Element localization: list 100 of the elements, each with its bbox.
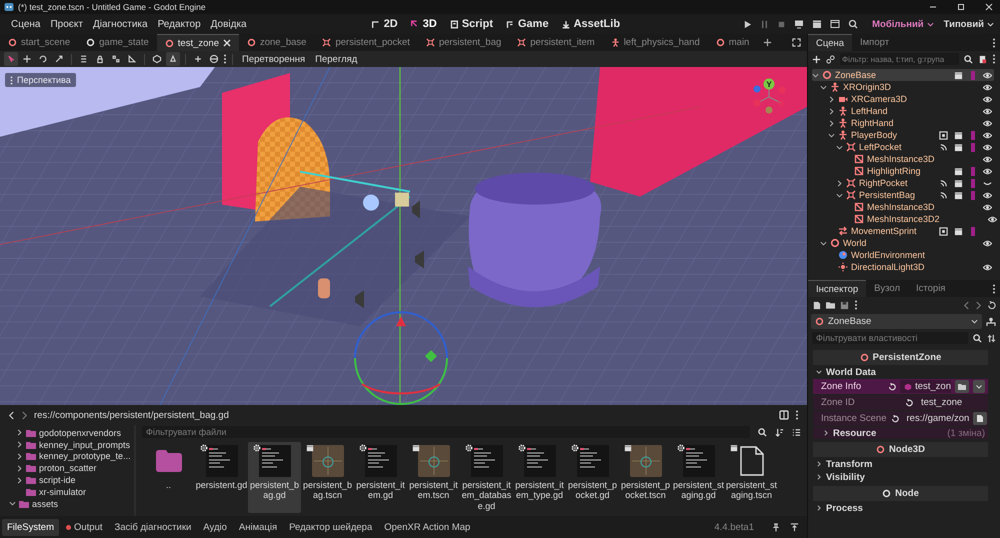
folder-tree-item[interactable]: assets <box>9 498 134 510</box>
renderer-dropdown[interactable]: Мобільний <box>872 18 934 30</box>
scene-tab[interactable]: start_scene <box>0 34 78 51</box>
folder-icon[interactable] <box>826 301 835 309</box>
snap-tool-button[interactable] <box>166 52 180 66</box>
folder-tree-item[interactable]: xr-simulator <box>16 486 134 498</box>
scene-tree-item[interactable]: RightHand <box>828 117 994 129</box>
eye-icon[interactable] <box>983 70 992 80</box>
menu-item[interactable]: Проєкт <box>45 18 88 30</box>
scene-tree-item[interactable]: XRCamera3D <box>828 93 994 105</box>
scene-tree-item[interactable]: ZoneBase <box>812 69 994 81</box>
more-icon[interactable] <box>795 410 799 420</box>
folder-tree-item[interactable]: kenney_prototype_te... <box>16 450 134 462</box>
scene-tab[interactable]: persistent_pocket <box>314 34 418 51</box>
more-icon[interactable] <box>992 284 996 294</box>
file-item[interactable]: persistent_staging.tscn <box>725 442 778 514</box>
fullscreen-icon[interactable] <box>792 38 801 47</box>
object-selector[interactable]: ZoneBase <box>811 314 982 329</box>
property-group[interactable]: Resource (1 зміна) <box>813 427 988 439</box>
caret-icon[interactable] <box>820 240 827 246</box>
signal-icon[interactable] <box>938 142 948 152</box>
eye-icon[interactable] <box>983 118 992 128</box>
list-view-icon[interactable] <box>792 428 801 436</box>
scene-tree-item[interactable]: PersistentBag <box>836 189 994 201</box>
clapper-icon[interactable] <box>954 178 962 188</box>
search-icon[interactable] <box>964 54 973 64</box>
perspective-menu[interactable]: Перспектива <box>5 73 76 87</box>
dock-tab[interactable]: Вузол <box>866 280 908 297</box>
eye-icon[interactable] <box>983 94 992 104</box>
eye-icon[interactable] <box>983 130 992 140</box>
dock-tab[interactable]: Імпорт <box>852 34 898 51</box>
axis-gizmo[interactable]: Y <box>747 77 791 115</box>
bottom-panel-tab[interactable]: Аудіо <box>198 518 232 536</box>
more-icon[interactable] <box>223 54 227 64</box>
caret-icon[interactable] <box>820 84 827 90</box>
file-item[interactable]: persistent_pocket.gd <box>566 442 619 514</box>
property-filter-field[interactable]: Фільтрувати властивості <box>812 332 968 344</box>
caret-icon[interactable] <box>812 72 819 78</box>
revert-icon[interactable] <box>905 398 913 406</box>
menu-item[interactable]: Діагностика <box>88 18 153 30</box>
history-icon[interactable] <box>987 300 996 310</box>
add-icon[interactable] <box>763 38 772 47</box>
script-icon[interactable] <box>978 54 987 64</box>
clapper-icon[interactable] <box>954 70 962 80</box>
file-filter-field[interactable]: Фільтрувати файли <box>142 426 750 438</box>
scene-tree-item[interactable]: RightPocket <box>836 177 994 189</box>
file-item[interactable]: persistent_pocket.tscn <box>619 442 672 514</box>
caret-icon[interactable] <box>973 380 985 393</box>
expand-panel-icon[interactable] <box>790 522 799 532</box>
caret-icon[interactable] <box>16 476 23 484</box>
scene-tree-item[interactable]: MeshInstance3D <box>844 153 994 165</box>
revert-icon[interactable] <box>890 414 898 422</box>
property-value[interactable]: res://game/zon <box>902 413 970 424</box>
caret-icon[interactable] <box>16 429 23 436</box>
file-item[interactable]: persistent_item.tscn <box>407 442 460 514</box>
dock-tab[interactable]: Інспектор <box>808 280 866 297</box>
node-tree-icon[interactable] <box>986 316 996 326</box>
more-icon[interactable] <box>992 54 996 64</box>
bottom-panel-tab[interactable]: Output <box>60 518 108 536</box>
caret-icon[interactable] <box>16 441 23 448</box>
node-filter-field[interactable]: Фільтр: назва, t:тип, g:група <box>840 53 959 65</box>
scene-tab[interactable]: main <box>708 34 758 51</box>
file-item[interactable]: persistent_bag.gd <box>248 442 301 514</box>
menu-item[interactable]: Сцена <box>6 18 46 30</box>
property-group[interactable]: Process <box>813 502 988 514</box>
close-icon[interactable] <box>984 2 994 12</box>
file-item[interactable]: persistent_item.gd <box>354 442 407 514</box>
scene-tab[interactable]: persistent_item <box>509 34 603 51</box>
more-icon[interactable] <box>992 38 996 48</box>
monitor-icon[interactable] <box>794 19 804 29</box>
file-item[interactable]: persistent_item_database.gd <box>460 442 513 514</box>
caret-icon[interactable] <box>836 192 843 198</box>
play-icon[interactable] <box>743 20 752 28</box>
eye-icon[interactable] <box>983 166 992 176</box>
close-icon[interactable] <box>222 39 231 47</box>
scene-tree-item[interactable]: XROrigin3D <box>820 81 994 93</box>
caret-icon[interactable] <box>9 500 16 508</box>
scene-tab[interactable]: zone_base <box>238 34 314 51</box>
scene-tree-item[interactable]: PlayerBody <box>828 129 994 141</box>
eye-icon[interactable] <box>983 106 992 116</box>
local-tool-button[interactable] <box>150 52 164 66</box>
scene-tree-item[interactable]: MovementSprint <box>828 225 994 237</box>
scene-tab[interactable]: persistent_bag <box>418 34 510 51</box>
clapper-icon[interactable] <box>954 166 962 176</box>
bottom-panel-tab[interactable]: Редактор шейдера <box>284 518 378 536</box>
window-icon[interactable] <box>830 19 840 29</box>
clapper-icon[interactable] <box>954 142 962 152</box>
eye-icon[interactable] <box>983 82 992 92</box>
file-item[interactable]: persistent.gd <box>195 442 248 514</box>
scene-tree-item[interactable]: DirectionalLight3D <box>828 261 994 273</box>
forward-icon[interactable] <box>21 410 28 420</box>
back-icon[interactable] <box>8 410 15 420</box>
settings-icon[interactable] <box>987 334 996 342</box>
folder-tree-item[interactable]: script-ide <box>16 474 134 486</box>
link-icon[interactable] <box>826 54 835 64</box>
signal-icon[interactable] <box>938 190 948 200</box>
caret-icon[interactable] <box>836 144 843 150</box>
file-item[interactable]: persistent_staging.gd <box>672 442 725 514</box>
caret-icon[interactable] <box>16 452 23 460</box>
bottom-panel-tab[interactable]: OpenXR Action Map <box>379 518 476 536</box>
